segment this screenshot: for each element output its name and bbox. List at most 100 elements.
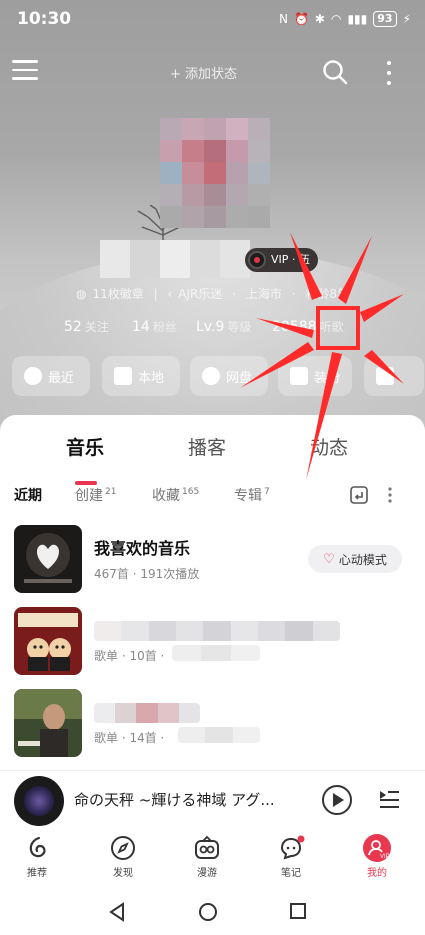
nav-label: 漫游: [197, 868, 217, 879]
cartoon-cover-art: [14, 607, 82, 675]
tags-text: AJR乐迷: [178, 287, 223, 301]
vinyl-disc-icon: [248, 251, 266, 269]
radio-icon: [195, 835, 219, 859]
divider: ·: [232, 287, 237, 301]
quick-label: 本地: [138, 370, 165, 386]
medal-icon: ◍: [76, 287, 87, 301]
stat-label: 等级: [227, 320, 252, 334]
heartbeat-icon: ♡: [323, 551, 335, 567]
quick-more-button[interactable]: [364, 356, 424, 396]
nav-mine[interactable]: VIP 我的: [352, 834, 402, 879]
system-navigation-bar: [0, 888, 425, 935]
shirt-icon: [290, 367, 308, 385]
search-icon[interactable]: [322, 59, 348, 85]
nav-label: 我的: [367, 868, 387, 879]
bluetooth-icon: ✱: [314, 12, 325, 26]
menu-icon-line: [12, 68, 38, 71]
subtab-label: 近期: [14, 488, 42, 504]
quick-label: 装扮: [314, 370, 341, 386]
stat-value: 20588: [272, 319, 317, 335]
quick-cloud-button[interactable]: 网盘: [190, 356, 268, 396]
compass-icon: [111, 836, 135, 860]
stat-followers[interactable]: 14 粉丝: [132, 318, 177, 335]
import-playlist-icon[interactable]: [349, 485, 369, 505]
menu-icon-line: [12, 60, 38, 63]
quick-dressup-button[interactable]: 装扮: [278, 356, 352, 396]
playlist-cover[interactable]: [14, 607, 82, 675]
top-bar: + 添加状态: [0, 52, 425, 92]
liked-music-cover[interactable]: [14, 525, 82, 593]
subtab-count: 165: [182, 487, 200, 498]
nav-discover[interactable]: 发现: [98, 834, 148, 879]
dot-icon: [387, 71, 391, 75]
stat-following[interactable]: 52 关注: [64, 318, 109, 335]
now-playing-cover[interactable]: [14, 776, 64, 826]
dot-icon: [387, 61, 391, 65]
playlist-item[interactable]: 歌单 · 10首 ·: [14, 607, 414, 675]
mini-player[interactable]: 命の天秤 ~輝ける神域 アグ...: [0, 770, 425, 828]
stat-value: Lv.9: [196, 319, 225, 335]
subtab-label: 专辑: [234, 488, 262, 504]
clock-icon: [24, 367, 42, 385]
playlist-subtitle: 歌单 · 10首 ·: [94, 649, 169, 663]
dot-icon: [387, 81, 391, 85]
play-button[interactable]: [322, 785, 352, 815]
vip-badge-label: VIP · 伍: [271, 253, 310, 266]
subtab-albums[interactable]: 专辑 7: [234, 485, 270, 505]
badges-link[interactable]: 11枚徽章: [92, 287, 143, 301]
main-tabs: 音乐 播客 动态: [0, 433, 425, 485]
location-text: 上海市: [245, 287, 282, 301]
playlist-subtitle: 467首 · 191次播放: [94, 567, 200, 581]
quick-recent-button[interactable]: 最近: [12, 356, 90, 396]
profile-stats: 52 关注 14 粉丝 Lv.9 等级 20588 听歌: [0, 318, 425, 340]
more-vertical-icon[interactable]: [384, 485, 396, 505]
wifi-icon: ◠: [330, 12, 342, 26]
nav-notes[interactable]: 笔记: [266, 834, 316, 879]
recommend-icon: [29, 836, 46, 858]
tab-music[interactable]: 音乐: [66, 433, 104, 460]
quick-label: 最近: [48, 370, 75, 386]
background-ground: [0, 250, 425, 440]
charging-icon: ⚡: [402, 12, 411, 26]
stat-level[interactable]: Lv.9 等级: [196, 318, 251, 335]
grid-icon: [376, 367, 394, 385]
menu-button[interactable]: [12, 60, 38, 84]
subtab-collected[interactable]: 收藏 165: [152, 485, 199, 505]
more-options-button[interactable]: [383, 59, 395, 87]
avatar[interactable]: [160, 118, 270, 228]
back-icon[interactable]: [108, 902, 126, 922]
home-icon[interactable]: [198, 902, 218, 922]
notes-chat-icon: [280, 835, 305, 860]
nav-label: 笔记: [281, 868, 301, 879]
subtab-count: 7: [264, 487, 270, 498]
now-playing-title: 命の天秤 ~輝ける神域 アグ...: [74, 791, 275, 809]
recent-apps-icon[interactable]: [289, 902, 307, 920]
subtab-created[interactable]: 创建 21: [75, 485, 116, 505]
content-card: 音乐 播客 动态 近期 创建 21 收藏 165 专辑 7 我喜欢的音乐 467首 ·…: [0, 415, 425, 775]
heart-mode-button[interactable]: ♡ 心动模式: [308, 545, 402, 573]
nav-roam[interactable]: 漫游: [182, 834, 232, 879]
divider: ·: [291, 287, 296, 301]
stat-listen-count[interactable]: 20588 听歌: [272, 318, 344, 335]
tab-podcast[interactable]: 播客: [188, 433, 226, 460]
status-icons: N ⏰ ✱ ◠ ▮▮▮ 93 ⚡: [279, 11, 411, 27]
add-status-button[interactable]: + 添加状态: [170, 63, 237, 82]
subtab-recent[interactable]: 近期: [14, 485, 42, 505]
nav-label: 发现: [113, 868, 133, 879]
membership-age-text: 村龄8年: [305, 287, 349, 301]
playlist-author-blurred: [172, 645, 260, 661]
vip-badge[interactable]: VIP · 伍: [245, 248, 318, 272]
stat-label: 粉丝: [152, 320, 177, 334]
profile-meta-line: ◍ 11枚徽章 | ‹ AJR乐迷 · 上海市 · 村龄8年: [0, 285, 425, 302]
tab-moments[interactable]: 动态: [310, 433, 348, 460]
nav-recommend[interactable]: 推荐: [12, 834, 62, 879]
quick-local-button[interactable]: 本地: [102, 356, 180, 396]
playlist-cover[interactable]: [14, 689, 82, 757]
username-blurred: [100, 240, 250, 278]
stat-label: 听歌: [319, 320, 344, 334]
tag-icon: ‹: [167, 287, 173, 301]
bottom-navigation: 推荐 发现 漫游 笔记 VIP 我的: [0, 828, 425, 888]
subtab-label: 收藏: [152, 488, 180, 504]
playlist-item[interactable]: 歌单 · 14首 ·: [14, 689, 414, 757]
playlist-queue-icon[interactable]: [378, 787, 400, 811]
